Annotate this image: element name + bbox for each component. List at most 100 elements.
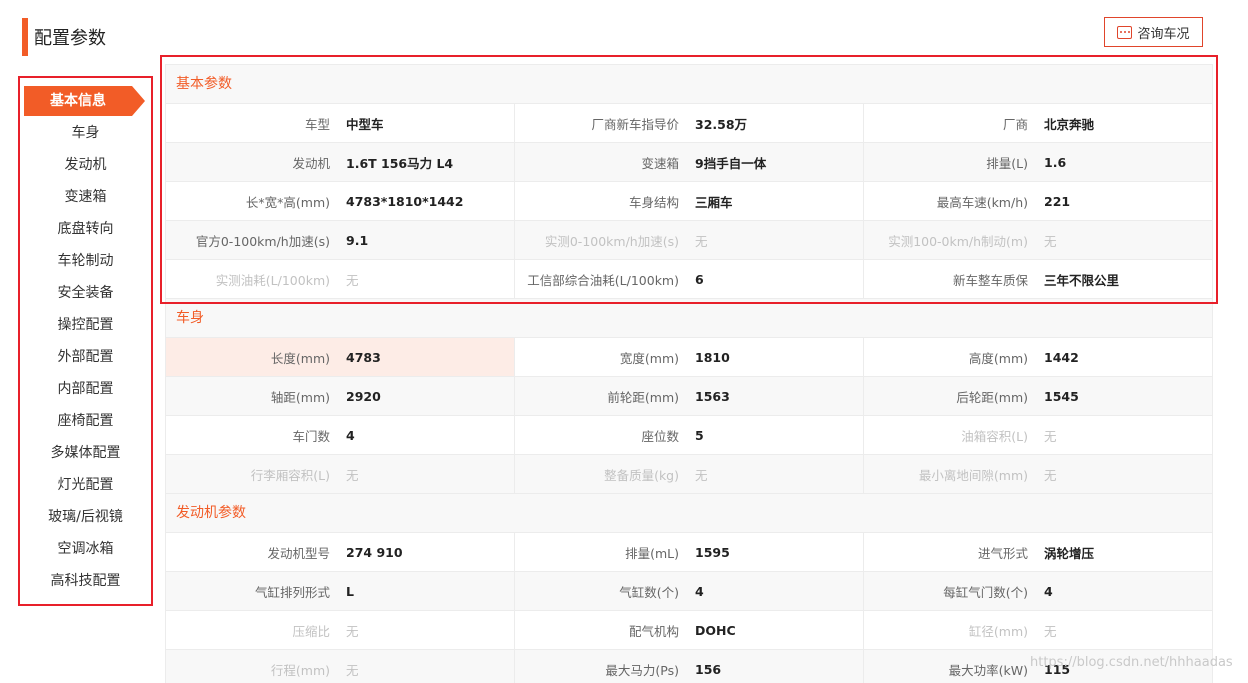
sidebar-item[interactable]: 高科技配置 xyxy=(20,566,151,596)
sidebar-item[interactable]: 车轮制动 xyxy=(20,246,151,276)
sidebar-item[interactable]: 变速箱 xyxy=(20,182,151,212)
spec-value: 无 xyxy=(1044,233,1057,249)
spec-label: 工信部综合油耗(L/100km) xyxy=(527,272,679,288)
table-row: 压缩比无配气机构 DOHC 缸径(mm) 无 xyxy=(165,610,1213,649)
spec-label: 最高车速(km/h) xyxy=(936,194,1028,210)
spec-cell: 行程(mm) 无 xyxy=(166,650,515,683)
watermark: https://blog.csdn.net/hhhaadas xyxy=(1030,655,1233,670)
spec-label: 行李厢容积(L) xyxy=(250,467,330,483)
spec-cell: 压缩比无 xyxy=(166,611,515,649)
sidebar-item[interactable]: 内部配置 xyxy=(20,374,151,404)
spec-value: 4 xyxy=(346,427,355,443)
spec-label: 每缸气门数(个) xyxy=(943,584,1028,600)
spec-label: 油箱容积(L) xyxy=(961,428,1028,444)
spec-value: 无 xyxy=(346,662,359,678)
table-row: 轴距(mm) 2920 前轮距(mm) 1563 后轮距(mm) 1545 xyxy=(165,376,1213,415)
consult-button-label: 咨询车况 xyxy=(1137,26,1190,42)
spec-cell: 新车整车质保 三年不限公里 xyxy=(864,260,1212,298)
spec-cell: 车门数 4 xyxy=(166,416,515,454)
sidebar-item[interactable]: 发动机 xyxy=(20,150,151,180)
spec-value: 1.6 xyxy=(1044,154,1067,170)
spec-value: 9.1 xyxy=(346,232,369,248)
spec-value: 涡轮增压 xyxy=(1044,545,1095,561)
section-title: 发动机参数 xyxy=(165,493,1213,532)
sidebar-item[interactable]: 底盘转向 xyxy=(20,214,151,244)
spec-label: 最大功率(kW) xyxy=(948,662,1028,678)
spec-label: 长*宽*高(mm) xyxy=(245,194,330,210)
spec-label: 前轮距(mm) xyxy=(607,389,679,405)
sidebar-item[interactable]: 空调冰箱 xyxy=(20,534,151,564)
sidebar-item[interactable]: 外部配置 xyxy=(20,342,151,372)
spec-label: 轴距(mm) xyxy=(270,389,330,405)
sidebar-item[interactable]: 多媒体配置 xyxy=(20,438,151,468)
section-title: 车身 xyxy=(165,298,1213,337)
spec-cell: 工信部综合油耗(L/100km) 6 xyxy=(515,260,864,298)
spec-label: 实测0-100km/h加速(s) xyxy=(544,233,679,249)
spec-label: 压缩比 xyxy=(292,623,330,639)
spec-value: 4 xyxy=(1044,583,1053,599)
spec-label: 宽度(mm) xyxy=(619,350,679,366)
sidebar-item[interactable]: 基本信息 xyxy=(24,86,145,116)
consult-button[interactable]: 咨询车况 xyxy=(1104,17,1203,47)
table-row: 车型 中型车 厂商新车指导价 32.58万 厂商 北京奔驰 xyxy=(165,103,1213,142)
spec-value: 274 910 xyxy=(346,544,403,560)
spec-cell: 气缸排列形式 L xyxy=(166,572,515,610)
spec-label: 气缸数(个) xyxy=(619,584,679,600)
sidebar-item[interactable]: 车身 xyxy=(20,118,151,148)
spec-label: 进气形式 xyxy=(977,545,1028,561)
sidebar-item[interactable]: 玻璃/后视镜 xyxy=(20,502,151,532)
spec-value: 无 xyxy=(695,467,708,483)
spec-value: 1545 xyxy=(1044,388,1079,404)
spec-cell: 实测100-0km/h制动(m) 无 xyxy=(864,221,1212,259)
spec-cell: 缸径(mm) 无 xyxy=(864,611,1212,649)
spec-value: 三厢车 xyxy=(695,194,733,210)
spec-value: 156 xyxy=(695,661,722,677)
spec-label: 排量(mL) xyxy=(625,545,679,561)
spec-cell: 厂商 北京奔驰 xyxy=(864,104,1212,142)
table-row: 行李厢容积(L) 无整备质量(kg) 无最小离地间隙(mm) 无 xyxy=(165,454,1213,493)
spec-value: 6 xyxy=(695,271,704,287)
sidebar-item[interactable]: 座椅配置 xyxy=(20,406,151,436)
spec-cell: 进气形式 涡轮增压 xyxy=(864,533,1212,571)
sidebar-nav: 基本信息 车身 发动机 变速箱 底盘转向 车轮制动 安全装备 操控配置 外部配置 内部配置 座椅配置… xyxy=(18,76,153,606)
title-accent-bar xyxy=(22,18,28,56)
spec-label: 排量(L) xyxy=(986,155,1028,171)
spec-cell: 变速箱 9挡手自一体 xyxy=(515,143,864,181)
table-row: 发动机 1.6T 156马力 L4 变速箱 9挡手自一体 排量(L) 1.6 xyxy=(165,142,1213,181)
sidebar-item[interactable]: 安全装备 xyxy=(20,278,151,308)
sidebar-item[interactable]: 灯光配置 xyxy=(20,470,151,500)
table-row: 气缸排列形式 L 气缸数(个) 4 每缸气门数(个) 4 xyxy=(165,571,1213,610)
spec-value: 无 xyxy=(346,623,359,639)
spec-label: 后轮距(mm) xyxy=(956,389,1028,405)
table-row: 发动机型号 274 910 排量(mL) 1595 进气形式 涡轮增压 xyxy=(165,532,1213,571)
spec-cell: 后轮距(mm) 1545 xyxy=(864,377,1212,415)
spec-label: 实测油耗(L/100km) xyxy=(215,272,330,288)
spec-cell: 宽度(mm) 1810 xyxy=(515,338,864,376)
spec-value: 1810 xyxy=(695,349,730,365)
spec-value: 9挡手自一体 xyxy=(695,155,767,171)
table-row: 实测油耗(L/100km) 无 工信部综合油耗(L/100km) 6 新车整车质保 三年不… xyxy=(165,259,1213,298)
spec-value: 4783 xyxy=(346,349,381,365)
spec-cell: 长*宽*高(mm) 4783*1810*1442 xyxy=(166,182,515,220)
spec-value: DOHC xyxy=(695,622,736,638)
spec-value: 1595 xyxy=(695,544,730,560)
spec-cell: 最小离地间隙(mm) 无 xyxy=(864,455,1212,493)
spec-value: 1563 xyxy=(695,388,730,404)
spec-value: 221 xyxy=(1044,193,1071,209)
spec-value: 无 xyxy=(346,272,359,288)
spec-value: 北京奔驰 xyxy=(1044,116,1095,132)
table-row: 官方0-100km/h加速(s) 9.1 实测0-100km/h加速(s) 无实测10… xyxy=(165,220,1213,259)
spec-cell: 配气机构 DOHC xyxy=(515,611,864,649)
spec-cell: 长度(mm) 4783 xyxy=(166,338,515,376)
spec-value: 三年不限公里 xyxy=(1044,272,1120,288)
spec-value: 32.58万 xyxy=(695,116,748,132)
table-row: 长度(mm) 4783 宽度(mm) 1810 高度(mm) 1442 xyxy=(165,337,1213,376)
spec-cell: 油箱容积(L) 无 xyxy=(864,416,1212,454)
spec-cell: 高度(mm) 1442 xyxy=(864,338,1212,376)
spec-value: L xyxy=(346,583,354,599)
spec-label: 高度(mm) xyxy=(968,350,1028,366)
spec-label: 发动机型号 xyxy=(267,545,330,561)
spec-label: 整备质量(kg) xyxy=(604,467,679,483)
sidebar-item[interactable]: 操控配置 xyxy=(20,310,151,340)
spec-value: 无 xyxy=(1044,428,1057,444)
